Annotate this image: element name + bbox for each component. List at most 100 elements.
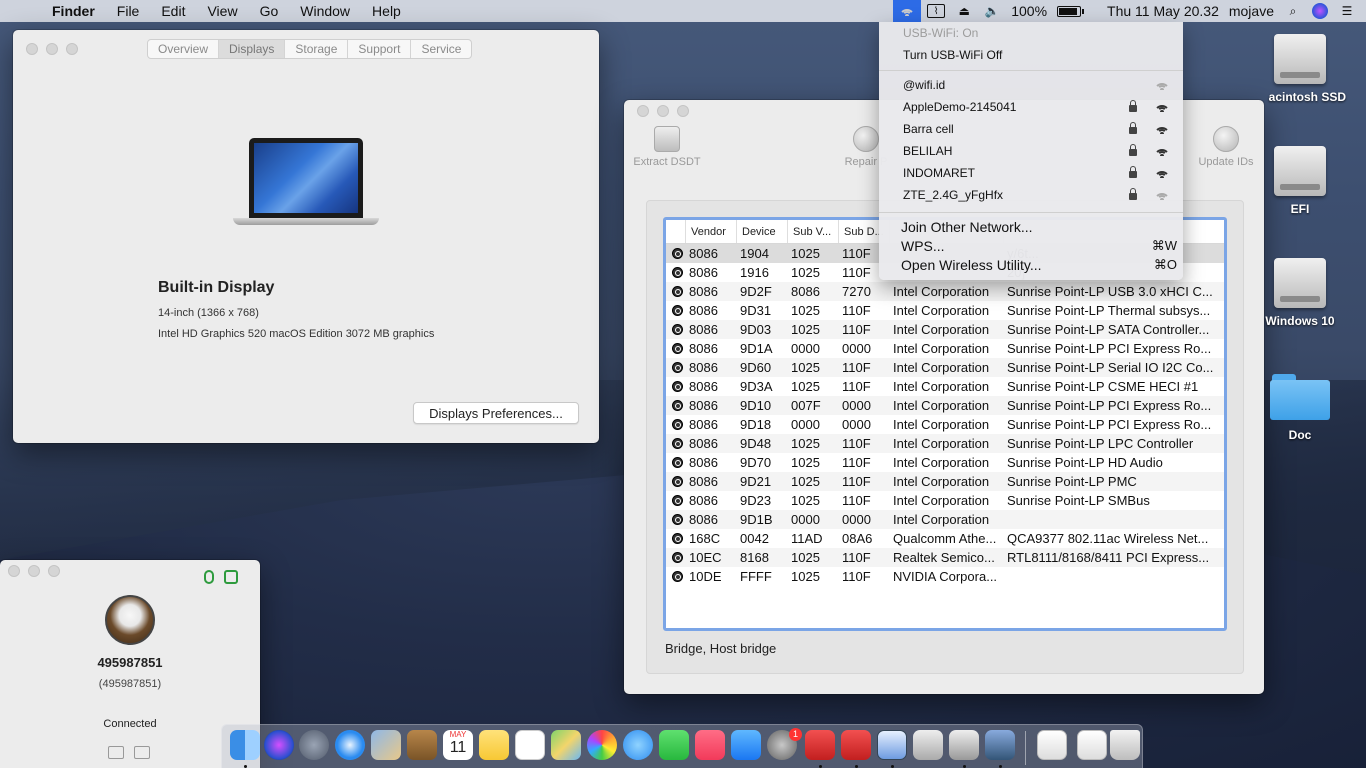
notification-center-icon[interactable]: ☰ bbox=[1338, 4, 1356, 18]
desktop-icon-doc[interactable]: Doc bbox=[1252, 374, 1348, 442]
text-editor-icon[interactable] bbox=[949, 730, 979, 760]
tab-service[interactable]: Service bbox=[411, 40, 471, 58]
close-button[interactable] bbox=[26, 43, 38, 55]
maps-icon[interactable] bbox=[551, 730, 581, 760]
downloads-stack-icon[interactable] bbox=[1077, 730, 1107, 760]
wifi-network-item[interactable]: ZTE_2.4G_yFgHfx bbox=[903, 185, 1169, 205]
siri-icon[interactable] bbox=[264, 730, 294, 760]
mail-icon[interactable] bbox=[371, 730, 401, 760]
photos-icon[interactable] bbox=[587, 730, 617, 760]
safari-icon[interactable] bbox=[335, 730, 365, 760]
spotlight-search-icon[interactable]: ⌕ bbox=[1284, 4, 1302, 18]
minimize-button[interactable] bbox=[657, 105, 669, 117]
join-other-network-item[interactable]: Join Other Network... bbox=[901, 217, 1177, 237]
menu-file[interactable]: File bbox=[117, 3, 140, 19]
menu-edit[interactable]: Edit bbox=[161, 3, 185, 19]
volume-icon[interactable]: 🔈 bbox=[983, 4, 1001, 18]
tab-support[interactable]: Support bbox=[348, 40, 412, 58]
menubar-clock[interactable]: Thu 11 May 20.32 bbox=[1107, 3, 1219, 19]
table-row[interactable]: 8086 9D18 0000 0000 Intel Corporation Sunrise… bbox=[666, 415, 1224, 434]
messages-icon[interactable] bbox=[623, 730, 653, 760]
contacts-icon[interactable] bbox=[407, 730, 437, 760]
table-row[interactable]: 8086 9D03 1025 110F Intel Corporation Sunrise… bbox=[666, 320, 1224, 339]
cell-vendor-name: Intel Corporation bbox=[893, 512, 990, 527]
col-vendor[interactable]: Vendor bbox=[686, 220, 737, 243]
table-row[interactable]: 168C 0042 11AD 08A6 Qualcomm Athe... QCA9377 … bbox=[666, 529, 1224, 548]
chat-icon[interactable] bbox=[134, 746, 150, 759]
info-magnifier-icon bbox=[666, 419, 686, 430]
table-row[interactable]: 8086 9D1A 0000 0000 Intel Corporation Sunrise… bbox=[666, 339, 1224, 358]
col-subvendor[interactable]: Sub V... bbox=[788, 220, 839, 243]
reminders-icon[interactable] bbox=[515, 730, 545, 760]
table-row[interactable]: 8086 9D3A 1025 110F Intel Corporation Sunrise… bbox=[666, 377, 1224, 396]
zoom-button[interactable] bbox=[677, 105, 689, 117]
table-row[interactable]: 8086 9D2F 8086 7270 Intel Corporation Sunrise… bbox=[666, 282, 1224, 301]
menu-finder[interactable]: Finder bbox=[52, 3, 95, 19]
utility-app-icon[interactable] bbox=[913, 730, 943, 760]
table-row[interactable]: 8086 9D1B 0000 0000 Intel Corporation bbox=[666, 510, 1224, 529]
close-button[interactable] bbox=[8, 565, 20, 577]
eject-icon[interactable]: ⏏ bbox=[955, 4, 973, 18]
dpci-manager-icon[interactable] bbox=[877, 730, 907, 760]
lock-icon[interactable] bbox=[204, 570, 214, 584]
activity-monitor-icon[interactable]: ⌇ bbox=[927, 4, 946, 18]
tab-displays[interactable]: Displays bbox=[219, 40, 286, 58]
launchpad-icon[interactable] bbox=[299, 730, 329, 760]
wps-item[interactable]: WPS... ⌘W bbox=[901, 236, 1177, 256]
menu-view[interactable]: View bbox=[207, 3, 237, 19]
table-row[interactable]: 8086 9D70 1025 110F Intel Corporation Sunrise… bbox=[666, 453, 1224, 472]
battery-icon[interactable] bbox=[1057, 5, 1085, 17]
facetime-icon[interactable] bbox=[659, 730, 689, 760]
cell-subvendor: 0000 bbox=[791, 512, 820, 527]
desktop-icon-efi[interactable]: EFI bbox=[1252, 146, 1348, 216]
screen-share-icon[interactable] bbox=[224, 570, 238, 584]
anydesk-session-icon[interactable] bbox=[841, 730, 871, 760]
network-utility-icon[interactable] bbox=[985, 730, 1015, 760]
finder-icon[interactable] bbox=[230, 730, 260, 760]
minimize-button[interactable] bbox=[28, 565, 40, 577]
displays-preferences-button[interactable]: Displays Preferences... bbox=[413, 402, 579, 424]
wifi-network-item[interactable]: @wifi.id bbox=[903, 75, 1169, 95]
turn-wifi-off-item[interactable]: Turn USB-WiFi Off bbox=[903, 45, 1002, 65]
battery-percent[interactable]: 100% bbox=[1011, 3, 1047, 19]
calendar-icon[interactable]: MAY 11 bbox=[443, 730, 473, 760]
zoom-button[interactable] bbox=[66, 43, 78, 55]
menu-help[interactable]: Help bbox=[372, 3, 401, 19]
table-row[interactable]: 10DE FFFF 1025 110F NVIDIA Corpora... bbox=[666, 567, 1224, 586]
col-device[interactable]: Device bbox=[737, 220, 788, 243]
tab-overview[interactable]: Overview bbox=[148, 40, 220, 58]
table-row[interactable]: 8086 9D48 1025 110F Intel Corporation Sunrise… bbox=[666, 434, 1224, 453]
minimize-button[interactable] bbox=[46, 43, 58, 55]
wifi-status-icon[interactable] bbox=[893, 0, 922, 22]
document-icon[interactable] bbox=[1037, 730, 1067, 760]
menu-window[interactable]: Window bbox=[300, 3, 350, 19]
anydesk-icon[interactable] bbox=[805, 730, 835, 760]
tab-storage[interactable]: Storage bbox=[285, 40, 349, 58]
desktop-icon-windows-10[interactable]: Windows 10 bbox=[1252, 258, 1348, 328]
wifi-network-item[interactable]: Barra cell bbox=[903, 119, 1169, 139]
menu-go[interactable]: Go bbox=[260, 3, 279, 19]
music-icon[interactable] bbox=[695, 730, 725, 760]
table-row[interactable]: 8086 9D31 1025 110F Intel Corporation Sunrise… bbox=[666, 301, 1224, 320]
close-button[interactable] bbox=[637, 105, 649, 117]
wifi-network-item[interactable]: INDOMARET bbox=[903, 163, 1169, 183]
extract-dsdt-button[interactable]: Extract DSDT bbox=[632, 126, 702, 168]
table-row[interactable]: 8086 9D23 1025 110F Intel Corporation Sunrise… bbox=[666, 491, 1224, 510]
menubar-user[interactable]: mojave bbox=[1229, 3, 1274, 19]
table-row[interactable]: 8086 9D10 007F 0000 Intel Corporation Sunrise… bbox=[666, 396, 1224, 415]
table-row[interactable]: 10EC 8168 1025 110F Realtek Semico... RTL8111… bbox=[666, 548, 1224, 567]
open-wireless-utility-item[interactable]: Open Wireless Utility... ⌘O bbox=[901, 255, 1177, 275]
cell-vendor-name: Intel Corporation bbox=[893, 436, 990, 451]
wifi-network-item[interactable]: AppleDemo-2145041 bbox=[903, 97, 1169, 117]
trash-icon[interactable] bbox=[1110, 730, 1140, 760]
wifi-network-item[interactable]: BELILAH bbox=[903, 141, 1169, 161]
app-store-icon[interactable] bbox=[731, 730, 761, 760]
table-row[interactable]: 8086 9D60 1025 110F Intel Corporation Sunrise… bbox=[666, 358, 1224, 377]
file-transfer-icon[interactable] bbox=[108, 746, 124, 759]
zoom-button[interactable] bbox=[48, 565, 60, 577]
table-row[interactable]: 8086 9D21 1025 110F Intel Corporation Sunrise… bbox=[666, 472, 1224, 491]
desktop-icon-macintosh-ssd[interactable]: acintosh SSD bbox=[1252, 34, 1346, 104]
update-ids-button[interactable]: Update IDs bbox=[1194, 126, 1258, 168]
notes-icon[interactable] bbox=[479, 730, 509, 760]
siri-icon[interactable] bbox=[1312, 3, 1328, 19]
